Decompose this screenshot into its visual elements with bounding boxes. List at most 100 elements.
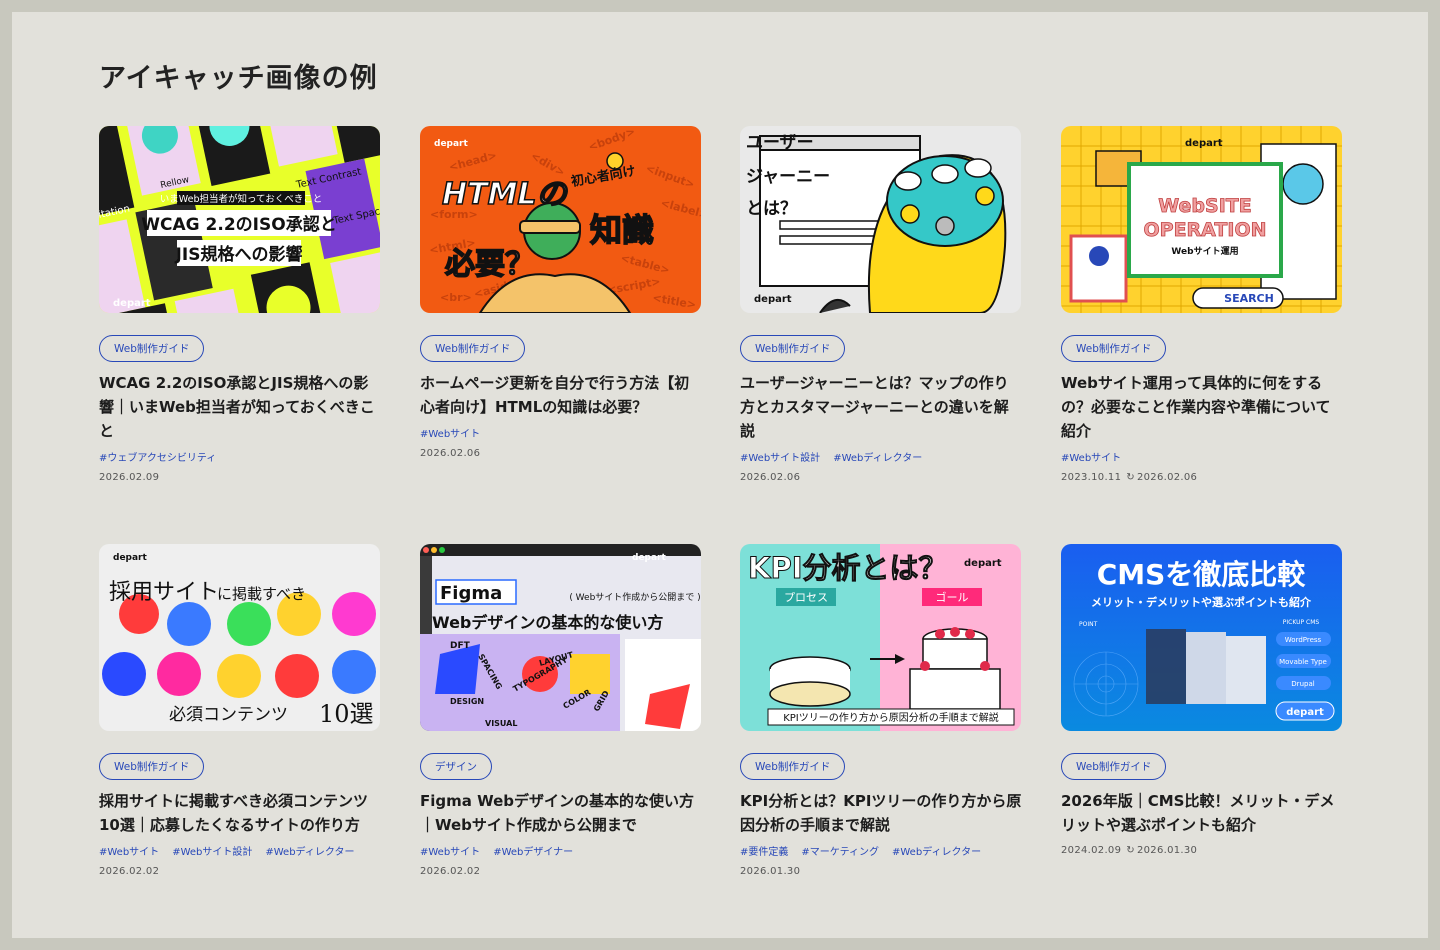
article-title[interactable]: WCAG 2.2のISO承認とJIS規格への影響｜いまWeb担当者が知っておくべ… [99,371,381,443]
thumb-text: WebSITE [1158,195,1251,217]
article-card: <head> <form> <body> <input> <label> <ta… [420,126,702,459]
tag-list: #Webサイト設計 #Webディレクター [740,449,1022,464]
thumb-text: Drupal [1291,680,1314,688]
publish-date: 2026.02.02 [99,866,160,877]
category-badge[interactable]: Web制作ガイド [99,335,205,362]
tag-link[interactable]: #Webサイト設計 [740,453,820,464]
page-frame: アイキャッチ画像の例 Rellow Text Contrast Text Spa… [12,12,1428,938]
category-badge[interactable]: Web制作ガイド [740,335,846,362]
thumb-text: 採用サイト [109,580,219,605]
date-row: 2023.10.112026.02.06 [1061,472,1343,483]
article-thumbnail[interactable]: depart WebSITE OPERATION Webサイト運用 SEARCH [1061,126,1342,313]
thumb-text: プロセス [784,591,828,604]
depart-logo: depart [1185,138,1223,149]
publish-date: 2024.02.09 [1061,845,1122,856]
article-title[interactable]: Webサイト運用って具体的に何をするの？必要なこと作業内容や準備について紹介 [1061,371,1343,443]
tag-link[interactable]: #Webサイト [420,429,480,440]
figma-eyecatch-image: depart ( Webサイト作成から公開まで ) Figma Webデザインの… [420,544,701,731]
date-row: 2026.02.09 [99,472,381,483]
thumb-text: いまWeb担当者が知っておくべきこと [160,193,322,205]
article-title[interactable]: Figma Webデザインの基本的な使い方｜Webサイト作成から公開まで [420,789,702,837]
publish-date: 2026.02.02 [420,866,481,877]
thumb-text: POINT [1079,621,1098,628]
thumb-text: DESIGN [450,697,484,706]
article-card: CMSを徹底比較 メリット・デメリットや選ぶポイントも紹介 WordPress … [1061,544,1343,856]
article-thumbnail[interactable]: ユーザー ジャーニー とは？ depart [740,126,1021,313]
tag-link[interactable]: #Webディレクター [265,847,354,858]
depart-logo: depart [632,553,667,563]
article-thumbnail[interactable]: depart ( Webサイト作成から公開まで ) Figma Webデザインの… [420,544,701,731]
updated-date: 2026.02.06 [1121,472,1197,483]
depart-logo: depart [113,553,148,563]
thumb-text: メリット・デメリットや選ぶポイントも紹介 [1091,595,1312,609]
wcag-eyecatch-image: Rellow Text Contrast Text Spaci itation … [99,126,380,313]
tag-link[interactable]: #Webディレクター [833,453,922,464]
article-title[interactable]: ホームページ更新を自分で行う方法【初心者向け】HTMLの知識は必要？ [420,371,702,419]
category-badge[interactable]: Web制作ガイド [1061,753,1167,780]
depart-logo: depart [754,294,792,305]
thumb-text: DFT [450,641,471,651]
tag-link[interactable]: #Webサイト [420,847,480,858]
depart-logo: depart [964,558,1002,569]
thumb-text: Figma [440,583,502,604]
tag-link[interactable]: #マーケティング [801,847,879,858]
thumb-text: 10選 [319,700,374,728]
tag-list: #Webサイト [420,425,702,440]
category-badge[interactable]: Web制作ガイド [420,335,526,362]
thumb-text: JIS規格への影響 [175,244,303,265]
thumb-text: 必須コンテンツ [169,705,288,725]
category-badge[interactable]: Web制作ガイド [1061,335,1167,362]
article-thumbnail[interactable]: CMSを徹底比較 メリット・デメリットや選ぶポイントも紹介 WordPress … [1061,544,1342,731]
depart-logo: depart [1286,707,1324,718]
thumb-text: Webデザインの基本的な使い方 [432,613,663,632]
thumb-text: ジャーニー [746,167,830,187]
thumb-text: VISUAL [485,719,517,728]
updated-date: 2026.01.30 [1121,845,1197,856]
article-title[interactable]: KPI分析とは？KPIツリーの作り方から原因分析の手順まで解説 [740,789,1022,837]
tag-link[interactable]: #Webサイト [1061,453,1121,464]
recruit-site-eyecatch-image: depart 採用サイト に掲載すべき 必須コンテンツ 10選 [99,544,380,731]
thumb-text: KPI分析とは？ [748,551,948,585]
article-title[interactable]: ユーザージャーニーとは？マップの作り方とカスタマージャーニーとの違いを解説 [740,371,1022,443]
article-thumbnail[interactable]: depart 採用サイト に掲載すべき 必須コンテンツ 10選 [99,544,380,731]
tag-link[interactable]: #ウェブアクセシビリティ [99,453,216,464]
category-badge[interactable]: Web制作ガイド [99,753,205,780]
tag-list: #Webサイト [1061,449,1343,464]
tag-link[interactable]: #Webサイト [99,847,159,858]
article-card: depart WebSITE OPERATION Webサイト運用 SEARCH… [1061,126,1343,483]
thumb-text: 知識 [590,211,654,249]
thumb-text: KPIツリーの作り方から原因分析の手順まで解説 [783,711,999,724]
tag-link[interactable]: #要件定義 [740,847,788,858]
publish-date: 2026.02.09 [99,472,160,483]
thumb-text: WordPress [1285,636,1322,644]
tag-link[interactable]: #Webデザイナー [493,847,573,858]
thumb-text: CMSを徹底比較 [1097,558,1307,591]
publish-date: 2023.10.11 [1061,472,1122,483]
tag-link[interactable]: #Webサイト設計 [172,847,252,858]
thumb-text: Movable Type [1279,658,1327,666]
date-row: 2026.02.06 [740,472,1022,483]
category-badge[interactable]: Web制作ガイド [740,753,846,780]
thumb-text: とは？ [746,199,797,219]
date-row: 2024.02.092026.01.30 [1061,845,1343,856]
article-card: depart ( Webサイト作成から公開まで ) Figma Webデザインの… [420,544,702,877]
category-badge[interactable]: デザイン [420,753,492,780]
article-card: depart 採用サイト に掲載すべき 必須コンテンツ 10選 Web制作ガイド… [99,544,381,877]
thumb-text: ( Webサイト作成から公開まで ) [569,591,700,603]
article-thumbnail[interactable]: Rellow Text Contrast Text Spaci itation … [99,126,380,313]
tag-list: #Webサイト #Webサイト設計 #Webディレクター [99,843,381,858]
article-card: ユーザー ジャーニー とは？ depart Web制作ガイド ユーザージャーニー… [740,126,1022,483]
article-title[interactable]: 採用サイトに掲載すべき必須コンテンツ10選｜応募したくなるサイトの作り方 [99,789,381,837]
article-card: Rellow Text Contrast Text Spaci itation … [99,126,381,483]
html-eyecatch-image: <head> <form> <body> <input> <label> <ta… [420,126,701,313]
article-thumbnail[interactable]: <head> <form> <body> <input> <label> <ta… [420,126,701,313]
tag-link[interactable]: #Webディレクター [892,847,981,858]
thumb-text: PICKUP CMS [1283,619,1320,626]
publish-date: 2026.02.06 [740,472,801,483]
cms-eyecatch-image: CMSを徹底比較 メリット・デメリットや選ぶポイントも紹介 WordPress … [1061,544,1342,731]
article-thumbnail[interactable]: KPI分析とは？ depart プロセス ゴール KPIツリーの作り方から原因分… [740,544,1021,731]
depart-logo: depart [113,298,151,309]
thumb-text: に掲載すべき [217,585,306,603]
article-title[interactable]: 2026年版｜CMS比較！メリット・デメリットや選ぶポイントも紹介 [1061,789,1343,837]
thumb-text: ユーザー [746,133,814,153]
